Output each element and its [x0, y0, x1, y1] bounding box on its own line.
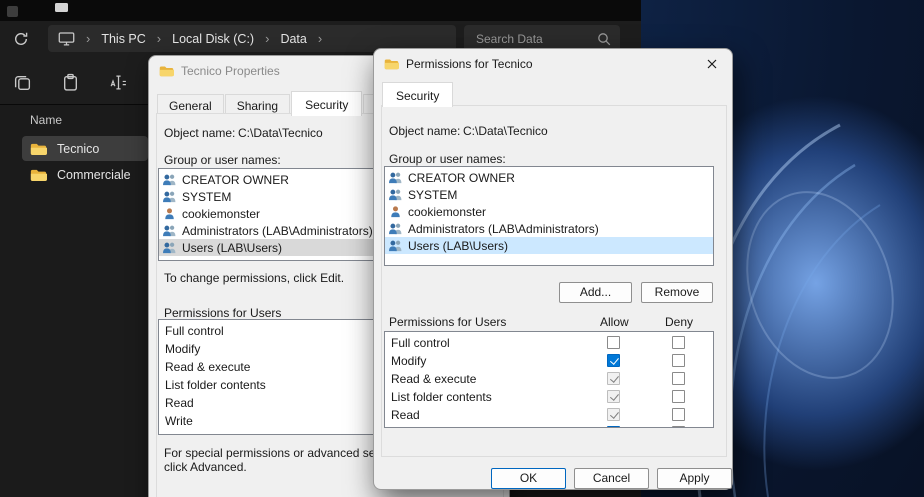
folder-icon	[159, 65, 174, 77]
allow-checkbox[interactable]	[607, 336, 620, 349]
this-pc-icon[interactable]	[58, 31, 75, 46]
object-name-value: C:\Data\Tecnico	[238, 126, 323, 140]
allow-checkbox[interactable]	[607, 426, 620, 428]
permissions-for-users-label: Permissions for Users	[389, 315, 506, 329]
permission-row-read[interactable]: Read	[385, 406, 713, 424]
group-name: CREATOR OWNER	[408, 171, 515, 185]
group-list: CREATOR OWNER SYSTEM cookiemonster Admin…	[384, 166, 714, 266]
deny-checkbox[interactable]	[672, 354, 685, 367]
permission-row-read-execute[interactable]: Read & execute	[385, 370, 713, 388]
group-name: Users (LAB\Users)	[408, 239, 508, 253]
ok-button[interactable]: OK	[491, 468, 566, 489]
object-name-label: Object name:	[164, 126, 235, 140]
group-icon	[388, 171, 403, 184]
copy-icon[interactable]	[11, 71, 33, 93]
permission-row-write[interactable]: Write	[385, 424, 713, 428]
object-name-value: C:\Data\Tecnico	[463, 124, 548, 138]
allow-checkbox	[607, 408, 620, 421]
chevron-right-icon: ›	[86, 31, 90, 46]
object-name-label: Object name:	[389, 124, 460, 138]
group-list-item[interactable]: cookiemonster	[385, 203, 713, 220]
user-icon	[162, 207, 177, 220]
group-names-label: Group or user names:	[164, 153, 281, 167]
permissions-list: Full control Modify Read & execute List …	[384, 331, 714, 428]
group-name: cookiemonster	[408, 205, 486, 219]
paste-icon[interactable]	[59, 71, 81, 93]
breadcrumb-this-pc[interactable]: This PC	[101, 32, 145, 46]
folder-icon	[384, 58, 399, 70]
allow-checkbox	[607, 372, 620, 385]
folder-icon	[30, 168, 47, 182]
tab-security[interactable]: Security	[291, 91, 362, 116]
group-list-item-selected[interactable]: Users (LAB\Users)	[385, 237, 713, 254]
chevron-right-icon: ›	[157, 31, 161, 46]
breadcrumb-local-disk-c[interactable]: Local Disk (C:)	[172, 32, 254, 46]
edit-hint: To change permissions, click Edit.	[164, 271, 344, 285]
apply-button[interactable]: Apply	[657, 468, 732, 489]
permission-row-modify[interactable]: Modify	[385, 352, 713, 370]
group-names-label: Group or user names:	[389, 152, 506, 166]
deny-column-header: Deny	[665, 315, 693, 329]
deny-checkbox[interactable]	[672, 372, 685, 385]
folder-icon	[30, 142, 47, 156]
tab-security[interactable]: Security	[382, 82, 453, 107]
close-icon[interactable]	[696, 52, 728, 76]
user-icon	[388, 205, 403, 218]
allow-checkbox	[607, 390, 620, 403]
group-icon	[162, 224, 177, 237]
file-row-tecnico[interactable]: Tecnico	[22, 136, 148, 161]
file-row-commerciale[interactable]: Commerciale	[22, 162, 148, 187]
group-name: Users (LAB\Users)	[182, 241, 282, 255]
group-name: SYSTEM	[408, 188, 457, 202]
group-name: CREATOR OWNER	[182, 173, 289, 187]
chevron-right-icon: ›	[265, 31, 269, 46]
column-header-name[interactable]: Name	[30, 113, 62, 127]
permissions-dialog-titlebar: Permissions for Tecnico	[374, 49, 732, 79]
group-list-item[interactable]: SYSTEM	[385, 186, 713, 203]
permissions-dialog: Permissions for Tecnico Security Object …	[373, 48, 733, 490]
group-list-item[interactable]: Administrators (LAB\Administrators)	[385, 220, 713, 237]
allow-column-header: Allow	[600, 315, 629, 329]
advanced-hint-line2: click Advanced.	[164, 460, 247, 474]
rename-icon[interactable]	[107, 71, 129, 93]
add-button[interactable]: Add...	[559, 282, 632, 303]
permission-row-list-folder-contents[interactable]: List folder contents	[385, 388, 713, 406]
permissions-tabs: Security	[382, 83, 454, 108]
permissions-for-users-label: Permissions for Users	[164, 306, 281, 320]
explorer-tab-icon	[55, 3, 68, 12]
deny-checkbox[interactable]	[672, 336, 685, 349]
cancel-button[interactable]: Cancel	[574, 468, 649, 489]
group-name: SYSTEM	[182, 190, 231, 204]
remove-button[interactable]: Remove	[641, 282, 713, 303]
deny-checkbox[interactable]	[672, 426, 685, 428]
refresh-icon[interactable]	[12, 30, 30, 48]
group-name: cookiemonster	[182, 207, 260, 221]
desktop: › This PC › Local Disk (C:) › Data ›	[0, 0, 924, 497]
group-icon	[388, 239, 403, 252]
deny-checkbox[interactable]	[672, 408, 685, 421]
window-icon	[7, 6, 18, 17]
deny-checkbox[interactable]	[672, 390, 685, 403]
group-icon	[162, 241, 177, 254]
group-name: Administrators (LAB\Administrators)	[182, 224, 373, 238]
file-name: Tecnico	[57, 142, 99, 156]
group-name: Administrators (LAB\Administrators)	[408, 222, 599, 236]
breadcrumb-data[interactable]: Data	[280, 32, 306, 46]
group-icon	[162, 190, 177, 203]
dialog-title: Tecnico Properties	[181, 64, 280, 78]
permission-row-full-control[interactable]: Full control	[385, 334, 713, 352]
file-name: Commerciale	[57, 168, 131, 182]
chevron-right-icon: ›	[318, 31, 322, 46]
group-icon	[388, 188, 403, 201]
dialog-title: Permissions for Tecnico	[406, 57, 533, 71]
group-icon	[162, 173, 177, 186]
group-icon	[388, 222, 403, 235]
advanced-hint-line1: For special permissions or advanced sett…	[164, 446, 398, 460]
explorer-titlebar	[0, 0, 641, 21]
group-list-item[interactable]: CREATOR OWNER	[385, 169, 713, 186]
allow-checkbox[interactable]	[607, 354, 620, 367]
